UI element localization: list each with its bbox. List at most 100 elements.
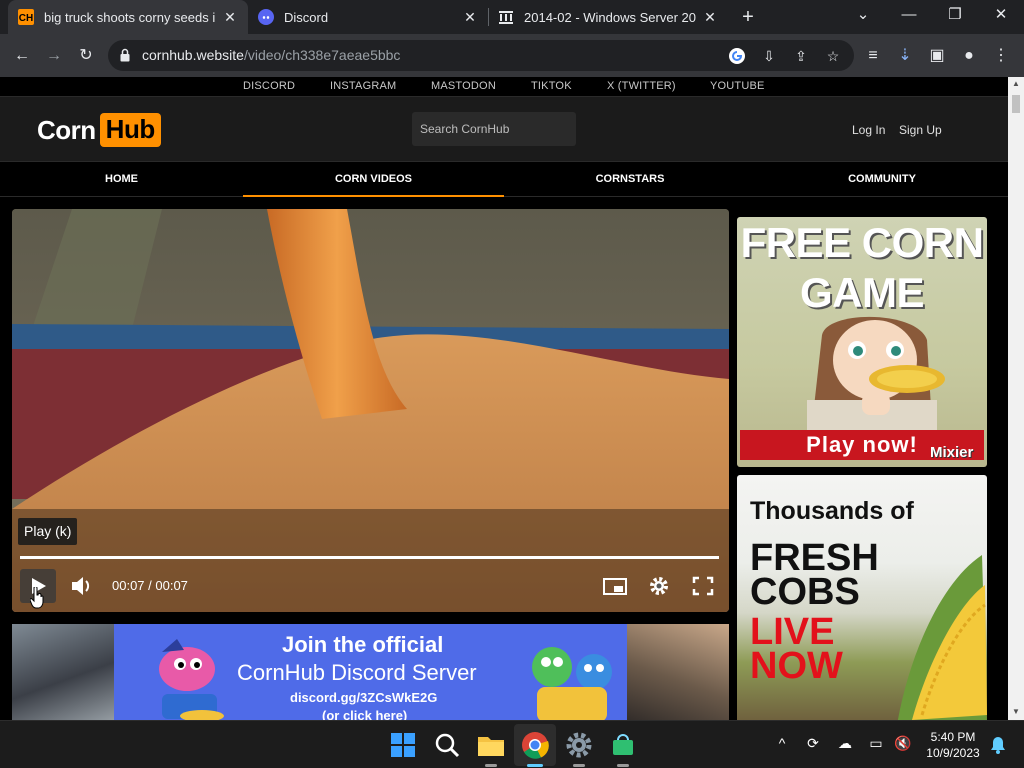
close-window-icon[interactable]: ✕: [978, 0, 1024, 34]
site-logo[interactable]: Corn Hub: [37, 112, 161, 148]
ad-free-corn-game[interactable]: FREE CORN GAME Play now! Mixier: [737, 217, 987, 467]
social-link-x[interactable]: X (TWITTER): [607, 80, 676, 92]
search-icon[interactable]: [431, 729, 463, 761]
store-running-indicator: [617, 764, 629, 767]
url-path: /video/ch338e7aeae5bbc: [243, 47, 401, 63]
signup-link[interactable]: Sign Up: [899, 123, 942, 137]
discord-banner[interactable]: Join the official CornHub Discord Server…: [12, 624, 729, 720]
tab-title: 2014-02 - Windows Server 2012: [524, 9, 696, 25]
settings-gear-icon[interactable]: [646, 569, 672, 603]
settings-icon[interactable]: [563, 729, 595, 761]
cornhub-favicon: CH: [18, 9, 34, 25]
social-links-bar: DISCORD INSTAGRAM MASTODON TIKTOK X (TWI…: [0, 77, 1008, 97]
nav-community[interactable]: COMMUNITY: [756, 162, 1008, 197]
tab-discord[interactable]: Discord ✕: [248, 0, 488, 34]
ad2-line-1: Thousands of: [750, 497, 914, 525]
reload-icon[interactable]: ↻: [73, 43, 99, 69]
bookmark-star-icon[interactable]: ☆: [823, 46, 843, 66]
url-host: cornhub.website: [142, 47, 244, 63]
nav-cornstars[interactable]: CORNSTARS: [504, 162, 756, 197]
nav-home[interactable]: HOME: [0, 162, 243, 197]
fullscreen-icon[interactable]: [690, 569, 716, 603]
ad2-now: NOW: [750, 645, 843, 687]
banner-photo-right: [627, 624, 729, 720]
tab-title: big truck shoots corny seeds in a: [44, 9, 216, 25]
store-icon[interactable]: [607, 729, 639, 761]
notification-bell-icon[interactable]: [988, 735, 1008, 755]
discord-favicon: [258, 9, 274, 25]
login-link[interactable]: Log In: [852, 123, 885, 137]
close-tab-icon[interactable]: ✕: [462, 9, 478, 26]
social-link-instagram[interactable]: INSTAGRAM: [330, 80, 396, 92]
new-tab-button[interactable]: +: [737, 5, 759, 29]
play-tooltip: Play (k): [18, 518, 78, 545]
volume-muted-icon[interactable]: 🔇: [893, 735, 913, 755]
logo-part-1: Corn: [37, 114, 96, 145]
ad2-live-now: LIVE NOW: [750, 613, 843, 687]
close-tab-icon[interactable]: ✕: [702, 9, 718, 26]
clock-time: 5:40 PM: [930, 730, 976, 744]
ad1-headline-1: FREE CORN: [740, 219, 984, 266]
browser-toolbar: ← → ↻ cornhub.website/video/ch338e7aeae5…: [0, 34, 1024, 77]
mascot-character-icon: [159, 639, 224, 720]
anime-girl-eating-corn-icon: [807, 316, 945, 430]
display-icon[interactable]: ▭: [866, 735, 886, 755]
volume-icon[interactable]: [70, 569, 94, 603]
start-icon[interactable]: [387, 729, 419, 761]
archive-favicon: [499, 11, 513, 24]
tab-windows-server[interactable]: 2014-02 - Windows Server 2012 ✕: [488, 0, 728, 34]
video-frame: [12, 209, 729, 612]
ad1-brand: Mixier: [930, 444, 974, 461]
chrome-icon[interactable]: [519, 729, 551, 761]
install-app-icon[interactable]: ⇩: [759, 46, 779, 66]
download-indicator-icon[interactable]: ⇣: [892, 43, 918, 69]
video-progress-bar[interactable]: [20, 556, 719, 559]
restore-icon[interactable]: ❐: [932, 0, 978, 34]
google-lens-icon[interactable]: [727, 46, 747, 66]
cloud-icon[interactable]: ☁: [835, 735, 855, 755]
banner-invite-code: discord.gg/3ZCsWkE2G: [290, 690, 438, 705]
side-panel-icon[interactable]: ▣: [924, 43, 950, 69]
sync-icon[interactable]: ⟳: [803, 735, 823, 755]
address-bar[interactable]: cornhub.website/video/ch338e7aeae5bbc ⇩ …: [108, 40, 854, 71]
settings-running-indicator: [573, 764, 585, 767]
explorer-running-indicator: [485, 764, 497, 767]
menu-icon[interactable]: ⋮: [988, 43, 1014, 69]
social-link-youtube[interactable]: YOUTUBE: [710, 80, 765, 92]
svg-text:CH: CH: [19, 13, 33, 24]
scroll-up-icon[interactable]: ▲: [1012, 79, 1020, 88]
cartoon-characters-icon: [532, 647, 612, 720]
reading-list-icon[interactable]: ≡: [860, 43, 886, 69]
profile-icon[interactable]: ●: [956, 43, 982, 69]
browser-tab-strip: CH big truck shoots corny seeds in a ✕ D…: [0, 0, 1024, 34]
mouse-cursor-icon: [30, 587, 44, 609]
picture-in-picture-icon[interactable]: [602, 569, 628, 603]
show-hidden-icons-icon[interactable]: ^: [772, 735, 792, 755]
system-clock[interactable]: 5:40 PM 10/9/2023: [920, 729, 986, 761]
file-explorer-icon[interactable]: [475, 729, 507, 761]
ad2-cobs: COBS: [750, 571, 860, 613]
share-icon[interactable]: ⇪: [791, 46, 811, 66]
video-player[interactable]: [12, 209, 729, 612]
ad2-line-2: FRESH COBS: [750, 537, 879, 613]
tab-cornhub-video[interactable]: CH big truck shoots corny seeds in a ✕: [8, 0, 248, 34]
nav-corn-videos[interactable]: CORN VIDEOS: [243, 162, 504, 197]
social-link-mastodon[interactable]: MASTODON: [431, 80, 496, 92]
scroll-down-icon[interactable]: ▼: [1012, 707, 1020, 716]
tab-search-icon[interactable]: ⌄: [840, 0, 886, 34]
social-link-discord[interactable]: DISCORD: [243, 80, 295, 92]
ad-fresh-cobs[interactable]: Thousands of FRESH COBS LIVE NOW: [737, 475, 987, 720]
video-time: 00:07 / 00:07: [112, 578, 188, 593]
minimize-icon[interactable]: —: [886, 0, 932, 34]
tab-title: Discord: [284, 9, 329, 25]
back-icon[interactable]: ←: [9, 43, 35, 69]
clock-date: 10/9/2023: [926, 746, 980, 760]
scrollbar-thumb[interactable]: [1012, 95, 1020, 113]
ad2-fresh: FRESH: [750, 537, 879, 579]
close-tab-icon[interactable]: ✕: [222, 9, 238, 26]
forward-icon[interactable]: →: [41, 43, 67, 69]
page-scrollbar[interactable]: ▲ ▼: [1008, 77, 1024, 720]
lock-icon: [120, 48, 130, 62]
search-input[interactable]: Search CornHub: [412, 112, 576, 146]
social-link-tiktok[interactable]: TIKTOK: [531, 80, 572, 92]
